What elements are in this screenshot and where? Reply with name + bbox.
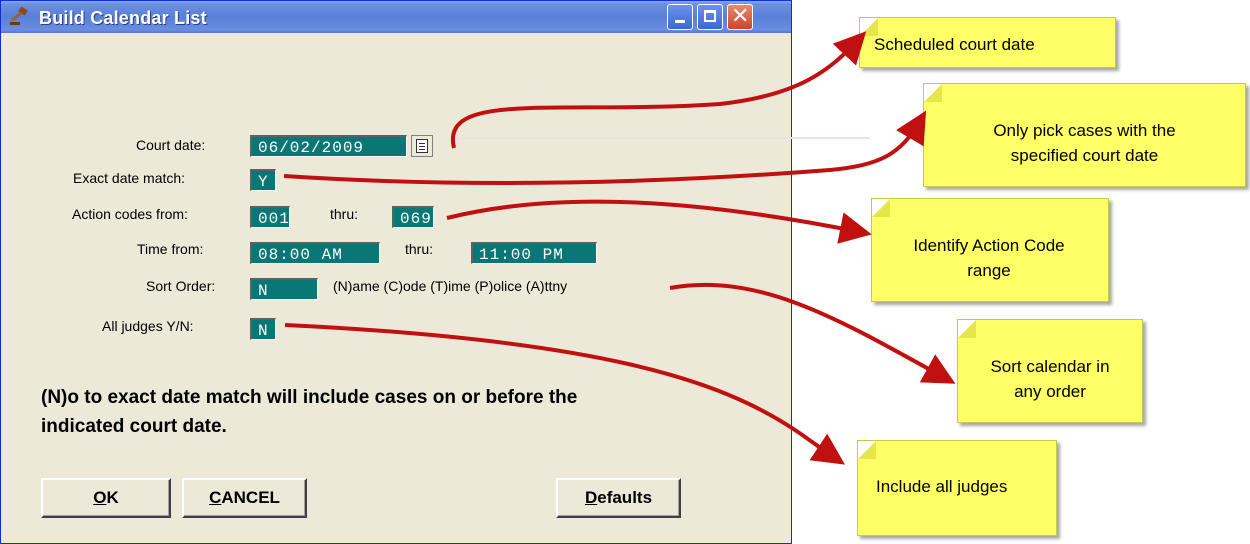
- arrow-to-identify: [446, 199, 872, 244]
- callout-arrows: [283, 31, 956, 465]
- arrow-to-scheduled: [450, 31, 867, 149]
- arrow-to-judges: [284, 323, 845, 465]
- arrow-to-only-pick: [283, 110, 927, 185]
- arrow-to-sort: [669, 282, 956, 384]
